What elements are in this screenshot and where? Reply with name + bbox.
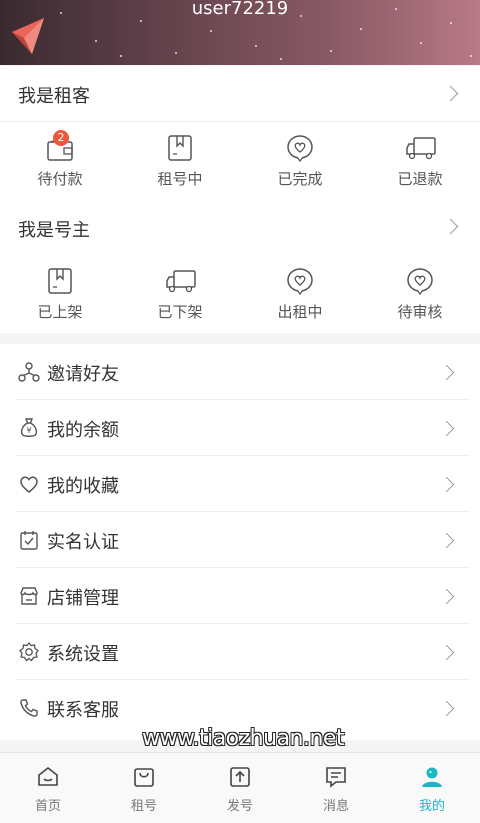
menu-label: 实名认证 [47, 532, 119, 553]
menu-label: 我的收藏 [47, 476, 119, 497]
item-label: 待付款 [37, 170, 83, 188]
tab-messages[interactable]: 消息 [288, 753, 384, 823]
menu-label: 系统设置 [47, 644, 119, 665]
menu-label: 店铺管理 [47, 588, 119, 609]
item-label: 出租中 [277, 303, 323, 321]
tenant-item-renting[interactable]: 租号中 [120, 122, 240, 200]
tab-publish[interactable]: 发号 [192, 753, 288, 823]
tenant-section-header[interactable]: 我是租客 [0, 66, 480, 122]
menu-label: 邀请好友 [47, 364, 119, 385]
menu-system-settings[interactable]: 系统设置 [16, 624, 470, 680]
owner-status-row: 已上架 已下架 出租中 待审核 [0, 255, 480, 333]
bottom-tab-bar: 首页 租号 发号 消息 我的 [0, 752, 480, 823]
chevron-right-icon [438, 420, 455, 437]
item-label: 租号中 [157, 170, 203, 188]
chevron-right-icon [438, 700, 455, 717]
username: user72219 [191, 0, 289, 19]
home-icon [38, 766, 58, 786]
phone-icon [20, 699, 38, 717]
heart-icon [20, 476, 38, 493]
tenant-title: 我是租客 [18, 86, 90, 107]
tab-label: 消息 [322, 799, 349, 814]
owner-item-renting-out[interactable]: 出租中 [240, 255, 360, 333]
paper-plane-logo [12, 18, 44, 54]
calendar-check-icon [20, 531, 38, 550]
menu-label: 我的余额 [47, 420, 119, 441]
share-network-icon [18, 362, 40, 382]
owner-section-header[interactable]: 我是号主 [0, 200, 480, 256]
tab-mine[interactable]: 我的 [384, 753, 480, 823]
menu-my-balance[interactable]: ¥ 我的余额 [16, 400, 470, 456]
owner-item-delisted[interactable]: 已下架 [120, 255, 240, 333]
menu-invite-friends[interactable]: 邀请好友 [16, 344, 470, 400]
owner-title: 我是号主 [18, 220, 90, 241]
item-label: 已下架 [157, 303, 203, 321]
message-icon [326, 767, 346, 788]
bookmark-icon [168, 135, 192, 161]
item-label: 已退款 [397, 170, 443, 188]
item-label: 待审核 [397, 303, 443, 321]
settings-menu: 邀请好友 ¥ 我的余额 我的收藏 实名认证 店铺管理 系统设置 联系客服 [0, 344, 480, 740]
chevron-right-icon [438, 532, 455, 549]
tenant-item-pending-payment[interactable]: 2 待付款 [0, 122, 120, 200]
owner-item-listed[interactable]: 已上架 [0, 255, 120, 333]
user-icon [422, 767, 442, 787]
money-bag-icon: ¥ [20, 418, 38, 437]
chevron-right-icon [438, 476, 455, 493]
tab-home[interactable]: 首页 [0, 753, 96, 823]
tenant-item-refunded[interactable]: 已退款 [360, 122, 480, 200]
owner-item-pending-review[interactable]: 待审核 [360, 255, 480, 333]
item-label: 已完成 [277, 170, 323, 188]
truck-icon [406, 137, 436, 160]
heart-bubble-icon [407, 268, 433, 295]
item-label: 已上架 [37, 303, 83, 321]
profile-header: user72219 [0, 0, 480, 65]
tab-label: 我的 [418, 799, 445, 814]
tab-label: 租号 [130, 799, 157, 814]
menu-real-name-verification[interactable]: 实名认证 [16, 512, 470, 568]
bag-icon [134, 768, 154, 787]
tab-label: 发号 [226, 799, 253, 814]
tab-rent[interactable]: 租号 [96, 753, 192, 823]
chevron-right-icon [438, 644, 455, 661]
chevron-right-icon [438, 364, 455, 381]
menu-my-favorites[interactable]: 我的收藏 [16, 456, 470, 512]
pending-count-badge: 2 [53, 130, 69, 146]
tenant-item-completed[interactable]: 已完成 [240, 122, 360, 200]
menu-store-management[interactable]: 店铺管理 [16, 568, 470, 624]
bookmark-icon [48, 268, 72, 294]
tenant-order-row: 2 待付款 租号中 已完成 已退款 [0, 122, 480, 200]
heart-bubble-icon [287, 268, 313, 295]
upload-icon [230, 767, 250, 787]
heart-bubble-icon [287, 135, 313, 162]
store-icon [20, 587, 38, 605]
menu-label: 联系客服 [47, 700, 119, 721]
svg-text:¥: ¥ [26, 426, 31, 435]
chevron-right-icon [442, 85, 459, 102]
chevron-right-icon [442, 218, 459, 235]
chevron-right-icon [438, 588, 455, 605]
watermark-text: www.tiaozhuan.net [142, 726, 345, 751]
truck-icon [166, 270, 196, 293]
gear-icon [19, 641, 39, 662]
tab-label: 首页 [34, 799, 61, 814]
